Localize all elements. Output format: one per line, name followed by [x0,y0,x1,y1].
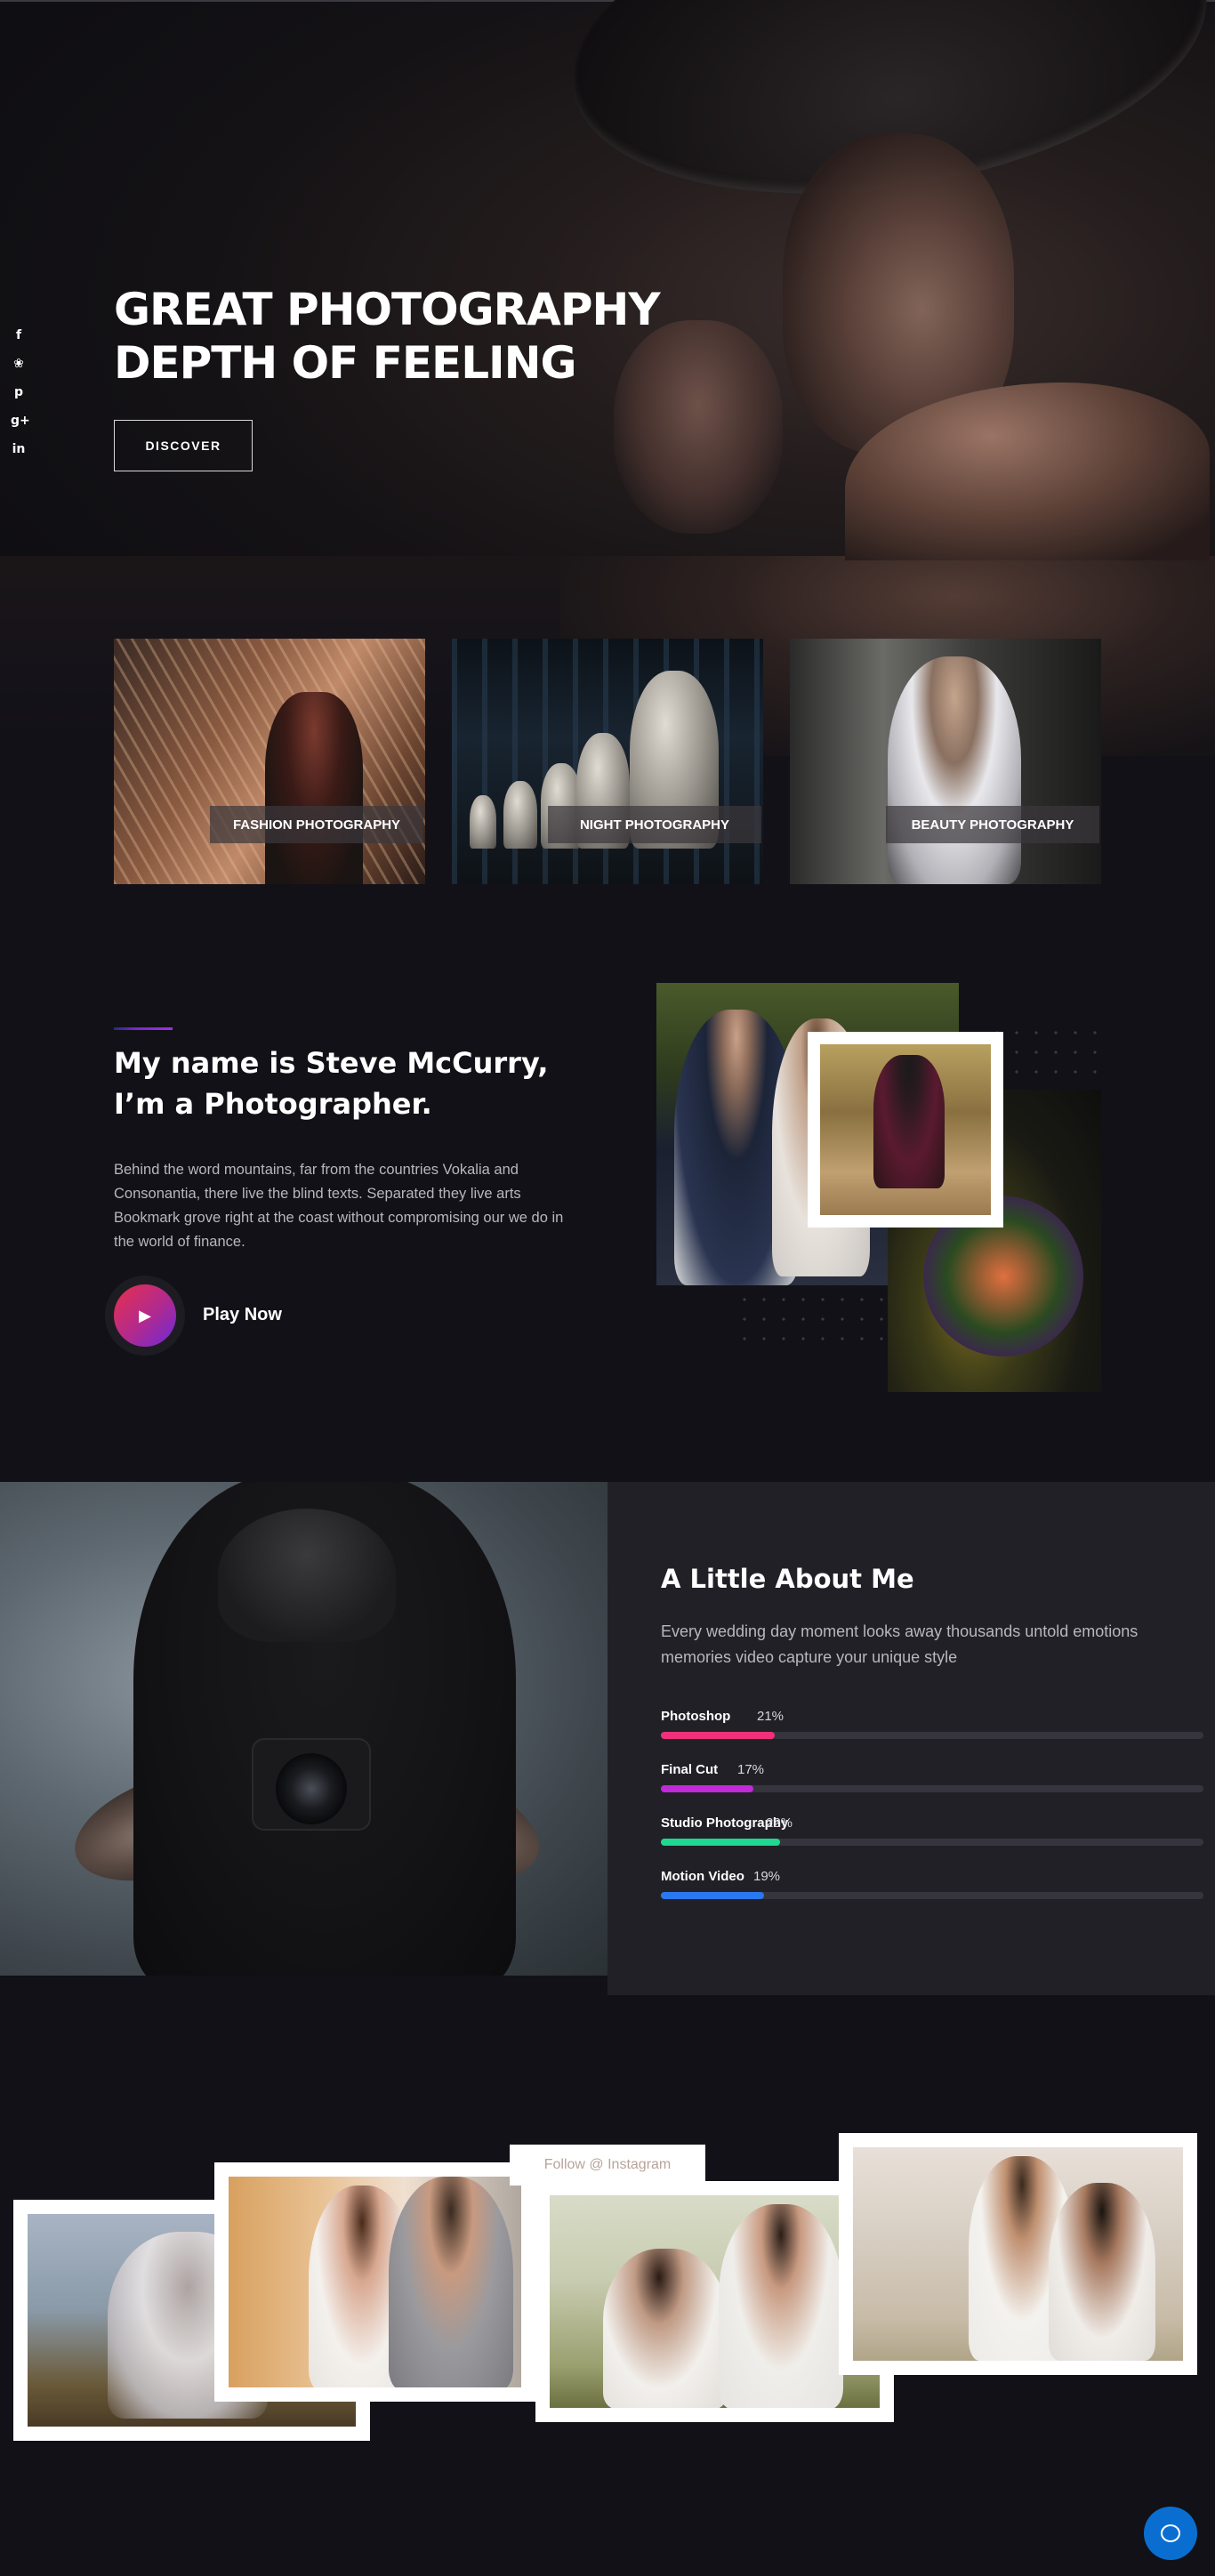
chat-button[interactable] [1144,2507,1197,2560]
skill-bar [661,1839,781,1846]
skill-photoshop: Photoshop 21% [661,1709,1203,1739]
discover-button[interactable]: DISCOVER [114,420,253,471]
chat-icon [1161,2524,1180,2542]
skill-studio-photography: Studio Photography 22% [661,1815,1203,1846]
skill-percent: 17% [737,1762,765,1777]
follow-instagram-link[interactable]: Follow @ Instagram [510,2145,705,2186]
portrait-photo-framed [808,1032,1003,1228]
play-icon: ▶ [139,1306,151,1324]
skill-name: Photoshop [661,1709,731,1724]
skill-percent: 22% [766,1815,793,1831]
skill-track [661,1732,1203,1739]
photographer-photo [0,1482,608,1976]
instagram-photo[interactable] [214,2162,535,2402]
fashion-photo [265,692,363,884]
beauty-photo [888,656,1021,884]
skill-percent: 19% [753,1869,781,1884]
skill-name: Motion Video [661,1869,744,1884]
category-label: FASHION PHOTOGRAPHY [210,806,423,843]
dot-pattern [735,1290,895,1352]
skill-motion-video: Motion Video 19% [661,1869,1203,1899]
skills-title: A Little About Me [661,1564,914,1594]
hero-title-line-2: DEPTH OF FEELING [114,337,577,389]
skill-track [661,1892,1203,1899]
bust-statue [470,795,496,849]
skill-name: Final Cut [661,1762,719,1777]
category-card-night[interactable]: NIGHT PHOTOGRAPHY [452,639,763,884]
linkedin-icon[interactable]: in [11,441,27,457]
category-label: BEAUTY PHOTOGRAPHY [886,806,1099,843]
skill-track [661,1785,1203,1792]
google-plus-icon[interactable]: g+ [11,413,30,429]
category-card-fashion[interactable]: FASHION PHOTOGRAPHY [114,639,425,884]
play-label[interactable]: Play Now [203,1305,282,1325]
skill-bar [661,1732,776,1739]
category-cards: FASHION PHOTOGRAPHY NIGHT PHOTOGRAPHY BE… [114,639,1101,884]
about-text: Behind the word mountains, far from the … [114,1162,564,1250]
twitter-icon[interactable]: ❀ [11,356,27,372]
bust-statue [503,781,537,849]
facebook-icon[interactable]: f [11,327,27,343]
play-button[interactable]: ▶ [114,1284,176,1347]
skills-text: Every wedding day moment looks away thou… [661,1622,1139,1666]
instagram-photo[interactable] [839,2133,1197,2375]
about-title: My name is Steve McCurry, I’m a Photogra… [114,1046,549,1121]
section-accent-line [114,1027,173,1030]
skill-bar [661,1892,764,1899]
skill-track [661,1839,1203,1846]
skill-percent: 21% [757,1709,785,1724]
category-label: NIGHT PHOTOGRAPHY [548,806,761,843]
social-links: f ❀ p g+ in [11,327,30,457]
skill-bar [661,1785,753,1792]
hero-title: GREAT PHOTOGRAPHY DEPTH OF FEELING [114,283,683,390]
hero-title-line-1: GREAT PHOTOGRAPHY [114,284,661,335]
skill-final-cut: Final Cut 17% [661,1762,1203,1792]
category-card-beauty[interactable]: BEAUTY PHOTOGRAPHY [790,639,1101,884]
pinterest-icon[interactable]: p [11,384,27,400]
